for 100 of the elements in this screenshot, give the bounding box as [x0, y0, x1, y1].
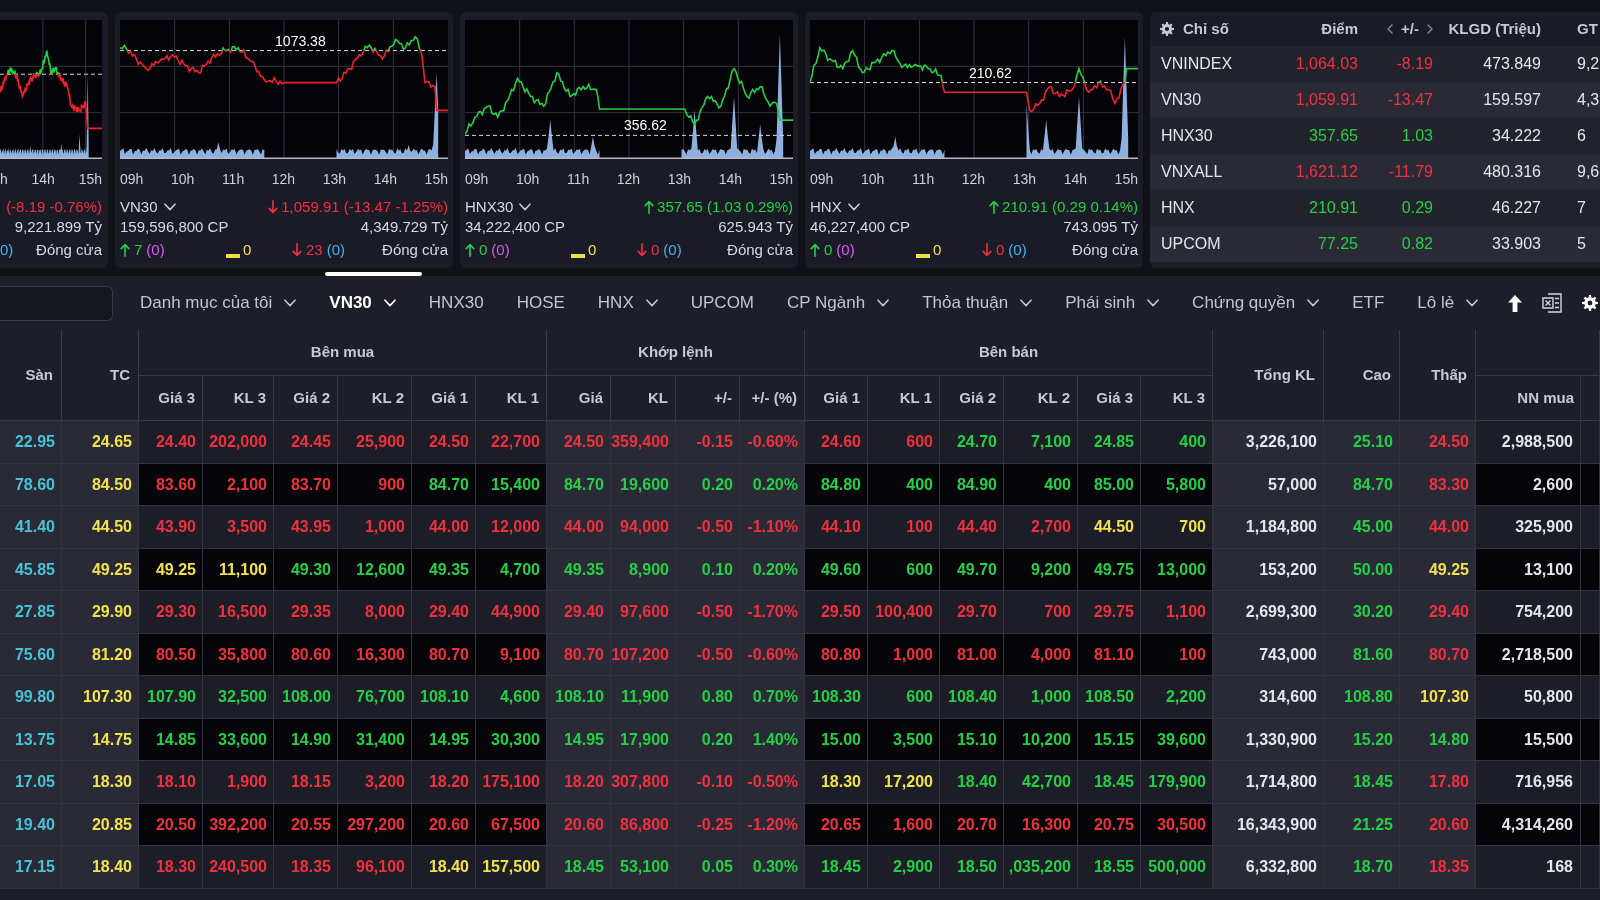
- floor-count: 0): [0, 240, 14, 260]
- market-tab[interactable]: Danh mục của tôi: [140, 292, 297, 314]
- column-header: KL 3: [203, 376, 274, 421]
- table-cell: 297,200: [338, 804, 412, 846]
- table-cell: 24.60: [805, 421, 868, 464]
- index-points: 1,064.03: [1294, 54, 1359, 74]
- traded-volume: 159,596,800 CP: [120, 217, 229, 237]
- column-group-header: Khớp lệnh: [547, 330, 805, 376]
- market-tab[interactable]: HNX30: [428, 292, 484, 314]
- spreadsheet-icon[interactable]: [1542, 293, 1562, 313]
- table-cell: 49.30: [274, 549, 338, 591]
- session-status: Đóng cửa: [727, 240, 793, 260]
- table-cell: 39,600: [1141, 719, 1213, 761]
- table-cell: 85.00: [1078, 464, 1141, 506]
- advance-count: 0: [824, 240, 833, 260]
- table-cell: 20.70: [940, 804, 1004, 846]
- search-field[interactable]: [0, 285, 113, 321]
- market-tab[interactable]: HOSE: [516, 292, 565, 314]
- table-cell: 1,000: [1004, 676, 1078, 719]
- column-header: Giá 1: [412, 376, 476, 421]
- table-cell: 43.90: [139, 506, 203, 549]
- table-cell: 84.90: [940, 464, 1004, 506]
- table-cell: 49.25: [1400, 549, 1476, 591]
- table-cell: 33,600: [203, 719, 274, 761]
- market-tab[interactable]: ETF: [1352, 292, 1385, 314]
- gear-icon[interactable]: [1160, 22, 1174, 36]
- column-header: KL 1: [868, 376, 940, 421]
- market-tab[interactable]: Chứng quyền: [1192, 292, 1320, 314]
- table-cell: 325,900: [1476, 506, 1600, 549]
- time-axis-label: h: [0, 171, 8, 189]
- gear-icon[interactable]: [1582, 295, 1598, 311]
- table-cell: 44.40: [940, 506, 1004, 549]
- time-axis-label: 14h: [718, 171, 742, 189]
- index-name: HNX: [1160, 198, 1196, 218]
- table-cell: 0.10: [676, 549, 740, 591]
- table-cell: 29.40: [412, 591, 476, 634]
- column-header: GT: [1576, 18, 1599, 39]
- table-cell: -0.50: [676, 506, 740, 549]
- table-cell: 9,100: [476, 634, 547, 676]
- table-cell: 2,200: [1141, 676, 1213, 719]
- traded-value: 743.095 Tỷ: [1063, 217, 1138, 237]
- table-cell: 29.75: [1078, 591, 1141, 634]
- table-cell: 18.20: [412, 761, 476, 804]
- table-cell: -0.15: [676, 421, 740, 464]
- index-dropdown[interactable]: HNX: [810, 197, 860, 217]
- index-name: VNINDEX: [1160, 54, 1234, 74]
- market-tab[interactable]: UPCOM: [690, 292, 754, 314]
- table-cell: 30,300: [476, 719, 547, 761]
- index-dropdown[interactable]: HNX30: [465, 197, 532, 217]
- table-cell: 42,700: [1004, 761, 1078, 804]
- market-tab[interactable]: CP Ngành: [787, 292, 890, 314]
- table-cell: 18.40: [412, 846, 476, 889]
- index-dropdown[interactable]: VN30: [120, 197, 176, 217]
- chevron-right-icon[interactable]: [1427, 24, 1433, 34]
- arrow-up-icon[interactable]: [1508, 294, 1522, 312]
- market-tab[interactable]: Lô lẻ: [1417, 292, 1479, 314]
- table-cell: 20.75: [1078, 804, 1141, 846]
- table-cell: 13,100: [1476, 549, 1600, 591]
- ceiling-count: (0): [146, 240, 165, 260]
- session-status: Đóng cửa: [36, 240, 102, 260]
- table-cell: 743,000: [1213, 634, 1324, 676]
- table-cell: 20.60: [412, 804, 476, 846]
- table-cell: 18.40: [62, 846, 139, 889]
- ceiling-count: (0): [491, 240, 510, 260]
- market-tab[interactable]: HNX: [597, 292, 658, 314]
- time-axis-label: 14h: [1063, 171, 1087, 189]
- ceiling-count: (0): [836, 240, 855, 260]
- arrow-down-icon: [637, 243, 647, 257]
- flat-bar-icon: [226, 254, 240, 258]
- table-cell: 600: [868, 549, 940, 591]
- table-cell: 0.20%: [740, 464, 805, 506]
- market-tab[interactable]: VN30: [329, 292, 396, 314]
- table-cell: 86,800: [611, 804, 676, 846]
- index-change: -11.79: [1387, 162, 1434, 182]
- table-cell: 15.15: [1078, 719, 1141, 761]
- table-cell: 83.70: [274, 464, 338, 506]
- column-header: Cao: [1324, 330, 1400, 421]
- table-cell: -0.10: [676, 761, 740, 804]
- table-cell: 18.55: [1078, 846, 1141, 889]
- table-cell: 500,000: [1141, 846, 1213, 889]
- table-cell: 107.90: [139, 676, 203, 719]
- table-cell: 11,900: [611, 676, 676, 719]
- time-axis-label: 15h: [78, 171, 102, 189]
- index-value: 4,3: [1576, 90, 1600, 110]
- index-change: 1,059.91 (-13.47 -1.25%): [281, 197, 448, 217]
- table-cell: 4,000: [1004, 634, 1078, 676]
- index-points: 210.91: [1308, 198, 1359, 218]
- table-cell: 18.30: [62, 761, 139, 804]
- index-change: 1.03: [1400, 126, 1434, 146]
- market-tab[interactable]: Phái sinh: [1065, 292, 1160, 314]
- table-cell: ,035,200: [1004, 846, 1078, 889]
- table-cell: 96,100: [338, 846, 412, 889]
- index-points: 77.25: [1316, 234, 1359, 254]
- market-tab[interactable]: Thỏa thuận: [922, 292, 1033, 314]
- table-cell: 107.30: [62, 676, 139, 719]
- chevron-left-icon[interactable]: [1387, 24, 1394, 34]
- index-name: UPCOM: [1160, 234, 1222, 254]
- table-cell: 24.65: [62, 421, 139, 464]
- table-cell: 17,900: [611, 719, 676, 761]
- table-cell: 15,500: [1476, 719, 1600, 761]
